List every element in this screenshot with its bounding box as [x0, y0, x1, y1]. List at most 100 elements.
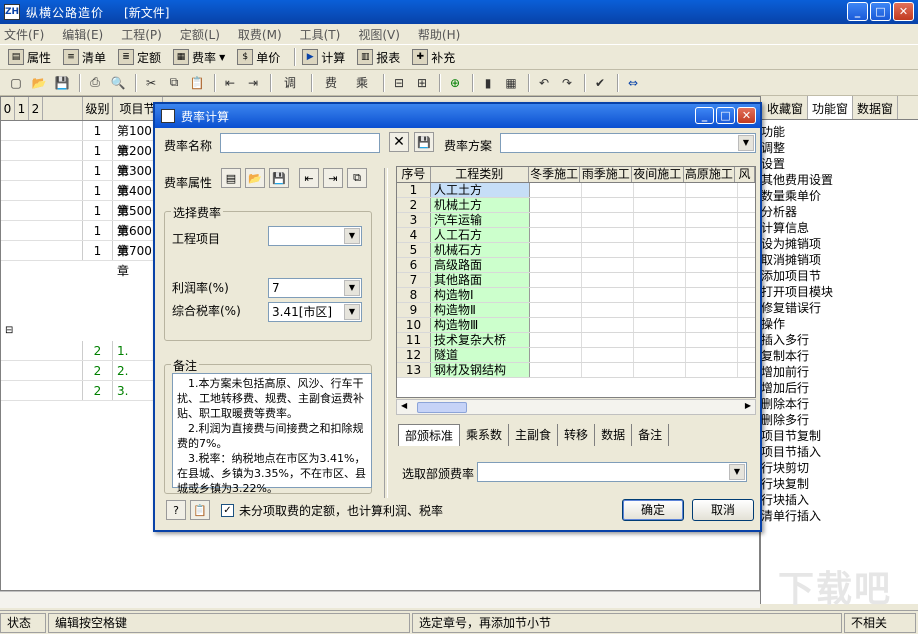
- col-winter-header[interactable]: 冬季施工: [529, 167, 581, 182]
- rate-cell[interactable]: [530, 243, 582, 257]
- cancel-button[interactable]: 取消: [692, 499, 754, 521]
- rate-cell[interactable]: [634, 183, 686, 197]
- properties-button[interactable]: ▤ 属性: [6, 47, 53, 68]
- rate-cell[interactable]: [634, 333, 686, 347]
- calculate-button[interactable]: ▶ 计算: [300, 47, 347, 68]
- table-row[interactable]: 8 构造物Ⅰ: [397, 288, 755, 303]
- level-tab-2[interactable]: 2: [29, 97, 43, 120]
- table-row[interactable]: 1 人工土方: [397, 183, 755, 198]
- fee-plan-select[interactable]: ▼: [500, 133, 756, 153]
- calc-profit-checkbox[interactable]: ✓ 未分项取费的定额，也计算利润、税率: [221, 502, 443, 519]
- rate-cell[interactable]: [686, 273, 738, 287]
- copy-icon[interactable]: ⧉: [164, 73, 184, 93]
- rate-cell[interactable]: [634, 213, 686, 227]
- col-plateau-header[interactable]: 高原施工: [684, 167, 736, 182]
- function-item[interactable]: 增加后行: [761, 380, 918, 396]
- dialog-maximize-button[interactable]: □: [716, 107, 735, 124]
- col-night-header[interactable]: 夜间施工: [632, 167, 684, 182]
- scroll-right-icon[interactable]: ▶: [745, 401, 751, 410]
- delete-x-icon[interactable]: ✕: [389, 132, 409, 152]
- add-icon[interactable]: ⊕: [445, 73, 465, 93]
- rate-cell[interactable]: [530, 273, 582, 287]
- rate-cell[interactable]: [686, 333, 738, 347]
- indent-left-icon[interactable]: ⇤: [220, 73, 240, 93]
- tab-data[interactable]: 数据窗: [853, 96, 899, 119]
- rate-cell[interactable]: [582, 363, 634, 377]
- function-item[interactable]: 计算信息: [761, 220, 918, 236]
- grid-horizontal-scrollbar[interactable]: [0, 591, 760, 608]
- scroll-left-icon[interactable]: ◀: [401, 401, 407, 410]
- save-icon[interactable]: 💾: [269, 168, 289, 188]
- properties-icon[interactable]: ▤: [221, 168, 241, 188]
- table-row[interactable]: 3 汽车运输: [397, 213, 755, 228]
- indent-right-icon[interactable]: ⇥: [243, 73, 263, 93]
- rate-cell[interactable]: [634, 288, 686, 302]
- tab-favorites[interactable]: 收藏窗: [761, 96, 809, 119]
- tax-select[interactable]: 3.41[市区] ▼: [268, 302, 362, 322]
- tab-functions[interactable]: 功能窗: [808, 96, 854, 119]
- new-file-icon[interactable]: ▢: [6, 73, 26, 93]
- checkbox-box[interactable]: ✓: [221, 504, 234, 517]
- col-level-header[interactable]: 级别: [83, 97, 113, 120]
- rate-cell[interactable]: [686, 348, 738, 362]
- menu-help[interactable]: 帮助(H): [418, 26, 460, 43]
- menu-project[interactable]: 工程(P): [121, 26, 162, 43]
- table-row[interactable]: 9 构造物Ⅱ: [397, 303, 755, 318]
- dialog-splitter[interactable]: [384, 168, 388, 498]
- rate-cell[interactable]: [582, 228, 634, 242]
- redo-icon[interactable]: ↷: [557, 73, 577, 93]
- rate-cell[interactable]: [686, 213, 738, 227]
- menu-quota[interactable]: 定额(L): [180, 26, 220, 43]
- function-item[interactable]: 修复错误行: [761, 300, 918, 316]
- function-item[interactable]: 功能: [761, 124, 918, 140]
- function-item[interactable]: 删除本行: [761, 396, 918, 412]
- rate-cell[interactable]: [582, 273, 634, 287]
- table-horizontal-scrollbar[interactable]: ◀ ▶: [396, 399, 756, 415]
- list-button[interactable]: ≡ 清单: [61, 47, 108, 68]
- row-category[interactable]: 高级路面: [431, 258, 530, 272]
- rate-cell[interactable]: [634, 303, 686, 317]
- rate-cell[interactable]: [686, 183, 738, 197]
- level-tab-0[interactable]: 0: [1, 97, 15, 120]
- spellcheck-icon[interactable]: ✔: [590, 73, 610, 93]
- rate-cell[interactable]: [634, 348, 686, 362]
- function-item[interactable]: 复制本行: [761, 348, 918, 364]
- function-item[interactable]: 取消摊销项: [761, 252, 918, 268]
- row-category[interactable]: 技术复杂大桥: [431, 333, 530, 347]
- function-item[interactable]: 行块复制: [761, 476, 918, 492]
- row-category[interactable]: 人工土方: [431, 183, 530, 197]
- function-item[interactable]: 其他费用设置: [761, 172, 918, 188]
- function-item[interactable]: 行块插入: [761, 492, 918, 508]
- unit-price-button[interactable]: $ 单价: [235, 47, 282, 68]
- row-category[interactable]: 构造物Ⅱ: [431, 303, 530, 317]
- menu-edit[interactable]: 编辑(E): [62, 26, 103, 43]
- table-row[interactable]: 4 人工石方: [397, 228, 755, 243]
- function-item[interactable]: 项目节插入: [761, 444, 918, 460]
- multiply-button[interactable]: 乘: [348, 73, 376, 93]
- rate-cell[interactable]: [582, 213, 634, 227]
- rate-cell[interactable]: [530, 258, 582, 272]
- project-select[interactable]: ▼: [268, 226, 362, 246]
- collapse-icon[interactable]: ⊟: [389, 73, 409, 93]
- rate-cell[interactable]: [634, 363, 686, 377]
- report-button[interactable]: ▥ 报表: [355, 47, 402, 68]
- copy-icon[interactable]: ⧉: [347, 168, 367, 188]
- function-item[interactable]: 行块剪切: [761, 460, 918, 476]
- function-item[interactable]: 操作: [761, 316, 918, 332]
- open-folder-icon[interactable]: 📂: [245, 168, 265, 188]
- rate-cell[interactable]: [634, 198, 686, 212]
- quota-button[interactable]: ≣ 定额: [116, 47, 163, 68]
- function-item[interactable]: 删除多行: [761, 412, 918, 428]
- export-icon[interactable]: ⇥: [323, 168, 343, 188]
- rate-cell[interactable]: [530, 318, 582, 332]
- rate-cell[interactable]: [686, 288, 738, 302]
- row-category[interactable]: 汽车运输: [431, 213, 530, 227]
- tab-data[interactable]: 数据: [595, 424, 633, 446]
- dialog-minimize-button[interactable]: _: [695, 107, 714, 124]
- function-item[interactable]: 添加项目节: [761, 268, 918, 284]
- rate-cell[interactable]: [582, 198, 634, 212]
- rate-cell[interactable]: [634, 228, 686, 242]
- dept-rate-select[interactable]: ▼: [477, 462, 747, 482]
- rate-cell[interactable]: [686, 198, 738, 212]
- undo-icon[interactable]: ↶: [534, 73, 554, 93]
